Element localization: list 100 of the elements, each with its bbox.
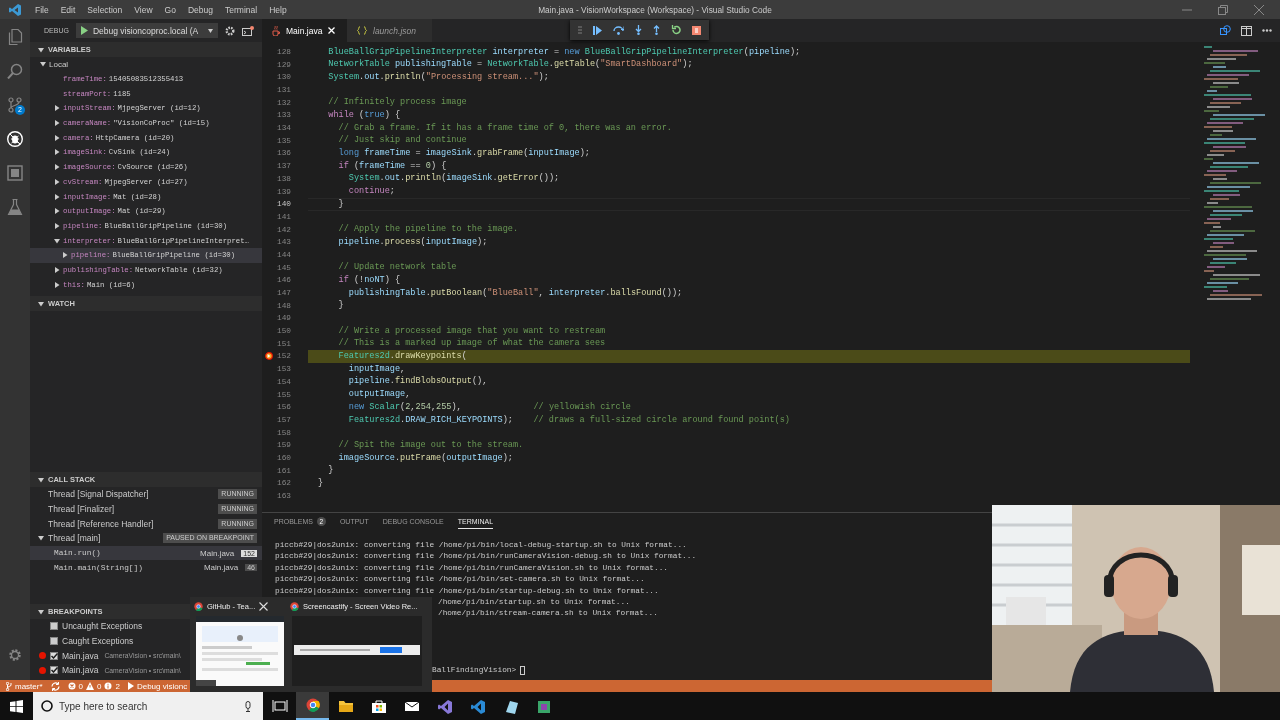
problems-status[interactable]: 0 0 2: [67, 681, 120, 691]
checkbox[interactable]: [50, 651, 58, 660]
caret-icon[interactable]: [54, 237, 60, 244]
continue-icon[interactable]: [593, 25, 602, 35]
code-line: // Write a processed image that you want to restream: [337, 324, 607, 338]
sync-icon[interactable]: [50, 681, 60, 691]
menu-item[interactable]: Selection: [81, 4, 129, 15]
caret-icon[interactable]: [54, 193, 60, 200]
menu-item[interactable]: Terminal: [219, 4, 264, 15]
browser-icon: [290, 601, 299, 611]
start-menu-icon[interactable]: [10, 699, 23, 713]
breakpoint-item[interactable]: Uncaught Exceptions: [30, 619, 262, 634]
shopping-bag-icon[interactable]: [370, 698, 387, 714]
code-line: }: [337, 299, 345, 313]
flask-icon[interactable]: [7, 199, 23, 215]
window-title: Main.java - VisionWorkspace (Workspace) - Visual Studio Code: [537, 4, 772, 15]
code-line: }: [308, 197, 1190, 211]
search-icon[interactable]: [7, 63, 23, 79]
restore-icon[interactable]: [1218, 4, 1228, 15]
caret-icon[interactable]: [54, 120, 60, 127]
code-line: }: [317, 476, 325, 490]
code-line: BlueBallGripPipelineInterpreter interpreter = new BlueBallGripPipelineInterpreter(pipeline);: [327, 45, 802, 59]
stop-icon[interactable]: [692, 25, 701, 35]
code-line: NetworkTable publishingTable = NetworkTable.getTable("SmartDashboard");: [327, 58, 694, 71]
menu-item[interactable]: Debug: [181, 4, 219, 15]
menu-item[interactable]: Help: [263, 4, 293, 15]
app-icon[interactable]: [535, 698, 552, 714]
source-control-icon[interactable]: [7, 97, 23, 113]
code-line: inputImage,: [347, 362, 407, 376]
code-line: if (!noNT) {: [337, 273, 402, 287]
text-cursor: [520, 665, 526, 675]
restart-icon[interactable]: [671, 25, 681, 35]
code-line: long frameTime = imageSink.grabFrame(inputImage);: [337, 147, 591, 160]
breakpoint-item[interactable]: Caught Exceptions: [30, 633, 262, 649]
branch-status[interactable]: master*: [6, 681, 43, 691]
debug-status[interactable]: Debug visionc: [127, 681, 188, 691]
code-line: outputImage,: [347, 388, 412, 401]
extensions-icon[interactable]: [7, 165, 23, 181]
step-into-icon[interactable]: [635, 25, 642, 35]
more-icon[interactable]: [1262, 29, 1272, 32]
caret-icon[interactable]: [38, 476, 44, 483]
code-editor-icon[interactable]: [436, 698, 453, 714]
caret-icon[interactable]: [54, 105, 60, 112]
caret-icon[interactable]: [54, 134, 60, 141]
caret-icon[interactable]: [38, 300, 44, 307]
caret-icon[interactable]: [54, 164, 60, 171]
drag-handle-icon[interactable]: [578, 26, 582, 34]
caret-icon[interactable]: [54, 222, 60, 229]
caret-icon[interactable]: [38, 535, 44, 542]
scope-row[interactable]: Local: [30, 57, 262, 72]
console-icon[interactable]: [242, 25, 254, 36]
step-over-icon[interactable]: [613, 25, 624, 35]
start-icon: [127, 682, 134, 690]
caret-icon[interactable]: [38, 46, 44, 53]
code-line: if (frameTime == 0) {: [337, 159, 448, 173]
code-line: // Grab a frame. If it has a frame time of 0, there was an error.: [337, 121, 673, 135]
split-editor-icon[interactable]: [1241, 25, 1252, 36]
folder-icon[interactable]: [337, 698, 354, 714]
step-out-icon[interactable]: [653, 25, 660, 35]
settings-icon[interactable]: [225, 25, 235, 36]
caret-icon[interactable]: [54, 281, 60, 288]
caret-icon[interactable]: [54, 208, 60, 215]
microphone-icon[interactable]: [245, 701, 251, 712]
start-icon[interactable]: [80, 26, 88, 35]
code-line: while (true) {: [327, 109, 402, 122]
caret-icon[interactable]: [54, 178, 60, 185]
compare-icon[interactable]: [1220, 25, 1231, 36]
menu-item[interactable]: Go: [158, 4, 182, 15]
code-line: // Just skip and continue: [337, 134, 468, 148]
menu-item[interactable]: View: [128, 4, 159, 15]
code-line: new Scalar(2,254,255), // yellowish circle: [347, 400, 632, 414]
branch-icon: [6, 681, 12, 691]
search-field[interactable]: Type here to search: [33, 692, 263, 720]
debug-icon[interactable]: [7, 131, 23, 147]
menu-item[interactable]: File: [29, 4, 55, 15]
coffee-cup-icon: [272, 25, 280, 36]
configuration-select[interactable]: Debug visioncoproc.local (A: [75, 23, 218, 38]
editor-tab[interactable]: Main.java: [262, 19, 347, 42]
code-line: // Update network table: [337, 261, 458, 274]
code-line: publishingTable.putBoolean("BlueBall", interpreter.ballsFound());: [347, 286, 684, 300]
caret-icon[interactable]: [208, 28, 213, 33]
checkbox[interactable]: [50, 637, 58, 646]
code-line: // Spit the image out to the stream.: [337, 438, 525, 452]
editor-tab[interactable]: launch.json: [347, 19, 432, 42]
files-icon[interactable]: [7, 29, 23, 45]
browser-icon[interactable]: [304, 697, 321, 713]
checkbox[interactable]: [50, 666, 58, 675]
code-editor-icon[interactable]: [469, 698, 486, 714]
checkbox[interactable]: [50, 622, 58, 631]
caret-icon[interactable]: [38, 608, 44, 615]
code-line: pipeline.process(inputImage);: [337, 235, 489, 249]
menu-item[interactable]: Edit: [54, 4, 82, 15]
code-line: // Apply the pipeline to the image.: [337, 223, 520, 236]
code-line: Features2d.DRAW_RICH_KEYPOINTS); // draws a full-sized circle around found point(s): [347, 413, 791, 427]
code-line: }: [327, 464, 335, 477]
caret-icon[interactable]: [54, 149, 60, 156]
caret-icon[interactable]: [62, 252, 68, 259]
caret-icon[interactable]: [40, 61, 46, 68]
caret-icon[interactable]: [54, 266, 60, 273]
task-view-icon[interactable]: [271, 698, 288, 714]
